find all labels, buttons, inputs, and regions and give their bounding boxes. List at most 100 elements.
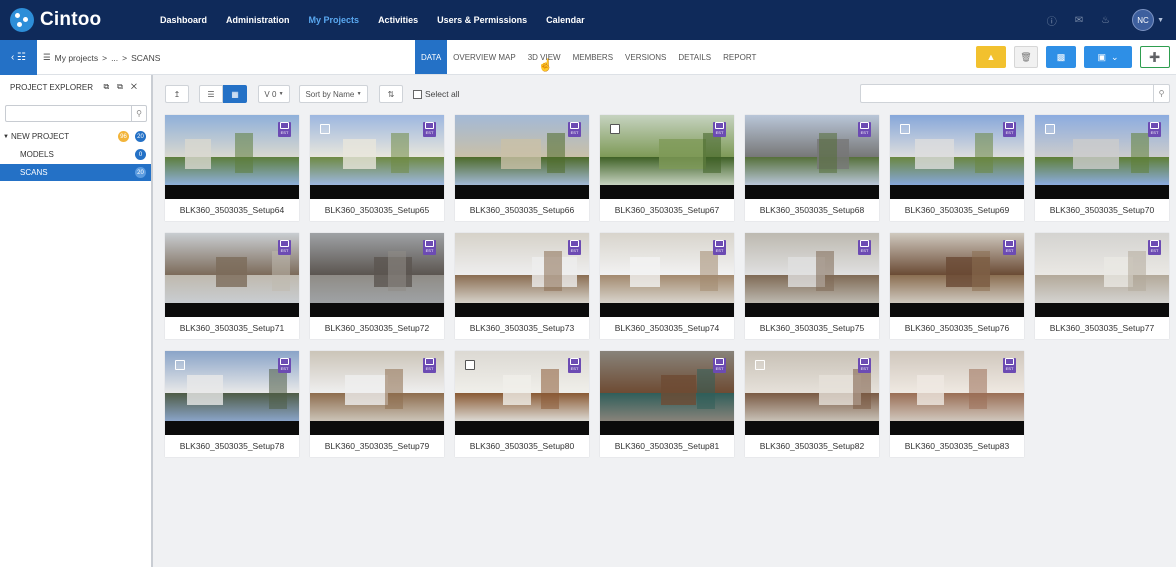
upload-button[interactable]: ➕	[1140, 46, 1170, 68]
scan-card[interactable]: EST BLK360_3503035_Setup66	[455, 115, 589, 221]
scan-card[interactable]: EST BLK360_3503035_Setup79	[310, 351, 444, 457]
search-icon[interactable]: ⚲	[131, 106, 146, 121]
grid-view-button[interactable]: ▦	[223, 85, 247, 103]
scan-card[interactable]: EST BLK360_3503035_Setup65	[310, 115, 444, 221]
scan-thumbnail[interactable]: EST	[165, 351, 299, 435]
tab-details[interactable]: DETAILS	[672, 40, 717, 74]
scan-thumbnail[interactable]: EST	[890, 351, 1024, 435]
scan-search-input[interactable]: ⚲	[860, 84, 1170, 103]
chevron-down-icon[interactable]: ▼	[3, 134, 9, 140]
tab-data[interactable]: DATA	[415, 40, 448, 74]
scan-name: BLK360_3503035_Setup83	[904, 441, 1010, 451]
bell-icon[interactable]: ♨	[1101, 15, 1110, 26]
scan-name: BLK360_3503035_Setup75	[759, 323, 865, 333]
search-icon[interactable]: ⚲	[1153, 85, 1169, 102]
tab-members[interactable]: MEMBERS	[567, 40, 619, 74]
scan-type-badge-icon: EST	[423, 240, 436, 255]
scan-thumbnail[interactable]: EST	[455, 351, 589, 435]
version-select[interactable]: V 0 ▼	[258, 85, 290, 103]
scan-card[interactable]: EST BLK360_3503035_Setup73	[455, 233, 589, 339]
nav-calendar[interactable]: Calendar	[546, 15, 585, 25]
close-icon[interactable]: ✕	[131, 82, 145, 91]
scan-checkbox[interactable]	[320, 124, 330, 134]
delete-button[interactable]: 🗑	[1014, 46, 1038, 68]
scan-card[interactable]: EST BLK360_3503035_Setup67	[600, 115, 734, 221]
explorer-search-input[interactable]: ⚲	[5, 105, 147, 122]
chevron-down-icon[interactable]: ▼	[1157, 17, 1164, 24]
scan-card[interactable]: EST BLK360_3503035_Setup72	[310, 233, 444, 339]
select-all[interactable]: Select all	[413, 89, 460, 99]
scan-checkbox[interactable]	[1045, 124, 1055, 134]
scan-card[interactable]: EST BLK360_3503035_Setup75	[745, 233, 879, 339]
scan-checkbox[interactable]	[900, 124, 910, 134]
tab-overview-map[interactable]: OVERVIEW MAP	[447, 40, 522, 74]
back-tree-button[interactable]: ‹ ☷	[0, 40, 37, 75]
nav-my-projects[interactable]: My Projects	[309, 15, 360, 25]
cintoo-logo[interactable]: Cintoo	[10, 8, 150, 32]
scan-thumbnail[interactable]: EST	[1035, 115, 1169, 199]
scan-type-badge-icon: EST	[713, 122, 726, 137]
scan-card[interactable]: EST BLK360_3503035_Setup68	[745, 115, 879, 221]
user-avatar[interactable]: NC	[1132, 9, 1155, 31]
tree-item-scans[interactable]: SCANS 20	[0, 164, 151, 181]
scan-thumbnail[interactable]: EST	[745, 233, 879, 317]
scan-card[interactable]: EST BLK360_3503035_Setup71	[165, 233, 299, 339]
breadcrumb-root[interactable]: My projects	[55, 53, 98, 63]
scan-card[interactable]: EST BLK360_3503035_Setup74	[600, 233, 734, 339]
scan-card[interactable]: EST BLK360_3503035_Setup69	[890, 115, 1024, 221]
scan-card[interactable]: EST BLK360_3503035_Setup77	[1035, 233, 1169, 339]
scan-thumbnail[interactable]: EST	[1035, 233, 1169, 317]
scan-type-badge-icon: EST	[278, 122, 291, 137]
nav-dashboard[interactable]: Dashboard	[160, 15, 207, 25]
breadcrumb-ellipsis[interactable]: ...	[111, 53, 118, 63]
scan-card[interactable]: EST BLK360_3503035_Setup83	[890, 351, 1024, 457]
scan-thumbnail[interactable]: EST	[890, 233, 1024, 317]
menu-icon[interactable]: ☰	[43, 52, 51, 63]
scan-thumbnail[interactable]: EST	[600, 351, 734, 435]
scan-thumbnail[interactable]: EST	[455, 233, 589, 317]
upload-sort-button[interactable]: ↥	[165, 85, 189, 103]
scan-card[interactable]: EST BLK360_3503035_Setup70	[1035, 115, 1169, 221]
scan-thumbnail[interactable]: EST	[165, 233, 299, 317]
scan-thumbnail[interactable]: EST	[600, 233, 734, 317]
scan-card[interactable]: EST BLK360_3503035_Setup80	[455, 351, 589, 457]
compare-button[interactable]: ▩	[1046, 46, 1076, 68]
scan-thumbnail[interactable]: EST	[600, 115, 734, 199]
scan-card[interactable]: EST BLK360_3503035_Setup82	[745, 351, 879, 457]
scan-thumbnail[interactable]: EST	[310, 233, 444, 317]
scan-card[interactable]: EST BLK360_3503035_Setup78	[165, 351, 299, 457]
scan-checkbox[interactable]	[755, 360, 765, 370]
scan-thumbnail[interactable]: EST	[310, 351, 444, 435]
scan-card[interactable]: EST BLK360_3503035_Setup64	[165, 115, 299, 221]
share-button[interactable]: ▲	[976, 46, 1006, 68]
scan-thumbnail[interactable]: EST	[310, 115, 444, 199]
scan-checkbox[interactable]	[610, 124, 620, 134]
scan-thumbnail[interactable]: EST	[890, 115, 1024, 199]
scan-checkbox[interactable]	[465, 360, 475, 370]
info-icon[interactable]: ⓘ	[1047, 13, 1057, 28]
scan-name: BLK360_3503035_Setup74	[614, 323, 720, 333]
sort-direction-button[interactable]: ⇅	[379, 85, 403, 103]
mail-icon[interactable]: ✉	[1075, 15, 1083, 26]
count-badge-orange: 96	[118, 131, 129, 142]
tab-versions[interactable]: VERSIONS	[619, 40, 672, 74]
nav-activities[interactable]: Activities	[378, 15, 418, 25]
nav-users-permissions[interactable]: Users & Permissions	[437, 15, 527, 25]
copy-icon[interactable]: ⧉	[103, 82, 117, 91]
scan-thumbnail[interactable]: EST	[455, 115, 589, 199]
scan-card[interactable]: EST BLK360_3503035_Setup76	[890, 233, 1024, 339]
scan-card[interactable]: EST BLK360_3503035_Setup81	[600, 351, 734, 457]
scan-thumbnail[interactable]: EST	[745, 115, 879, 199]
select-all-checkbox[interactable]	[413, 89, 422, 99]
scan-checkbox[interactable]	[175, 360, 185, 370]
scan-thumbnail[interactable]: EST	[745, 351, 879, 435]
tab-report[interactable]: REPORT	[717, 40, 762, 74]
scan-thumbnail[interactable]: EST	[165, 115, 299, 199]
tree-item-models[interactable]: MODELS 0	[0, 146, 151, 163]
sort-select[interactable]: Sort by Name ▼	[299, 85, 368, 103]
list-view-button[interactable]: ☰	[199, 85, 223, 103]
view-dropdown-button[interactable]: ▣ ⌄	[1084, 46, 1132, 68]
nav-administration[interactable]: Administration	[226, 15, 290, 25]
duplicate-icon[interactable]: ⧉	[117, 82, 131, 91]
tree-item-new-project[interactable]: ▼ NEW PROJECT 96 20	[0, 128, 151, 145]
